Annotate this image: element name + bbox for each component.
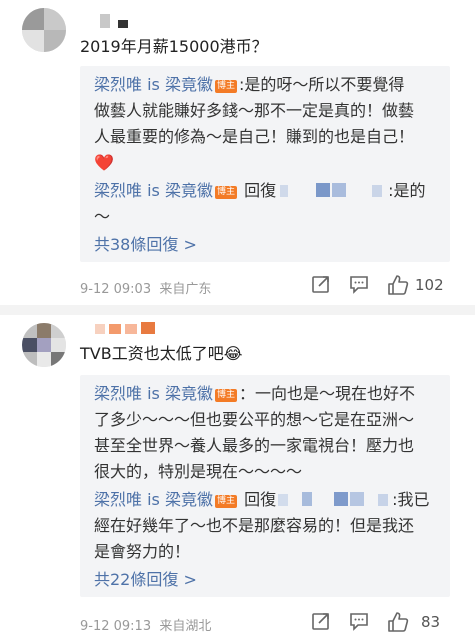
like-count: 102 <box>415 276 444 294</box>
reply-1[interactable]: 梁烈唯 is 梁竟徽 博主 ：一向也是～現在也好不 <box>94 381 415 407</box>
comment-date: 9-12 09:13 <box>80 619 152 634</box>
comment-actions: 102 <box>311 274 461 298</box>
mention-blurred[interactable] <box>276 490 392 508</box>
like-count: 83 <box>421 613 441 631</box>
comment-text: TVB工资也太低了吧😂 <box>80 343 242 365</box>
reply-box: 梁烈唯 is 梁竟徽 博主:是的呀～所以不要覺得 做藝人就能賺好多錢～那不一定是真… <box>80 66 450 262</box>
reply-suffix: :是的 <box>388 181 426 200</box>
reply-box: 梁烈唯 is 梁竟徽 博主 ：一向也是～現在也好不 了多少～～～但也要公平的想～它是… <box>80 375 450 597</box>
reply-text: :是的呀～所以不要覺得 <box>238 75 405 94</box>
reply-2[interactable]: 梁烈唯 is 梁竟徽 博主 回復 :是的 <box>94 178 426 204</box>
comment-2: TVB工资也太低了吧😂 梁烈唯 is 梁竟徽 博主 ：一向也是～現在也好不 了多少～… <box>0 315 475 640</box>
comment-source: 来自广东 <box>159 282 212 297</box>
comment-icon[interactable] <box>349 611 369 635</box>
reply-author[interactable]: 梁烈唯 is 梁竟徽 <box>94 181 213 200</box>
reply-text-line: 甚至全世界～養人最多的一家電視台！壓力也 <box>94 436 415 455</box>
comment-meta: 9-12 09:13 来自湖北 <box>80 615 211 634</box>
avatar[interactable] <box>22 323 66 367</box>
comment-text-body: TVB工资也太低了吧 <box>80 344 224 363</box>
reply-text: ：一向也是～現在也好不 <box>238 384 415 403</box>
reply-text-line: 是會努力的！ <box>94 542 191 561</box>
comment-date: 9-12 09:03 <box>80 282 152 297</box>
comment-icon[interactable] <box>349 274 369 298</box>
reply-text-line: 了多少～～～但也要公平的想～它是在亞洲～ <box>94 410 415 429</box>
more-replies-link[interactable]: 共38條回復 > <box>94 232 197 258</box>
reply-prefix: 回復 <box>244 181 277 200</box>
reply-prefix: 回復 <box>244 490 277 509</box>
reply-2[interactable]: 梁烈唯 is 梁竟徽 博主 回復 :我已 <box>94 487 430 513</box>
laughing-emoji: 😂 <box>223 344 243 363</box>
comment-source: 来自湖北 <box>159 619 212 634</box>
share-icon[interactable] <box>311 274 331 298</box>
reply-author[interactable]: 梁烈唯 is 梁竟徽 <box>94 384 213 403</box>
reply-author[interactable]: 梁烈唯 is 梁竟徽 <box>94 75 213 94</box>
author-badge: 博主 <box>214 186 237 199</box>
mention-blurred[interactable] <box>276 181 388 199</box>
like-icon[interactable] <box>387 274 409 300</box>
author-badge: 博主 <box>214 80 237 93</box>
share-icon[interactable] <box>311 611 331 635</box>
avatar[interactable] <box>22 8 66 52</box>
username-blurred[interactable] <box>100 14 140 28</box>
comment-1: 2019年月薪15000港币？ 梁烈唯 is 梁竟徽 博主:是的呀～所以不要覺得 … <box>0 0 475 305</box>
author-badge: 博主 <box>214 389 237 402</box>
comment-meta: 9-12 09:03 来自广东 <box>80 278 211 297</box>
reply-text-line: 經在好幾年了～也不是那麼容易的！但是我还 <box>94 516 415 535</box>
reply-text-line: 很大的，特別是現在～～～～ <box>94 462 303 481</box>
reply-text-line: 做藝人就能賺好多錢～那不一定是真的！做藝 <box>94 101 415 120</box>
comment-text: 2019年月薪15000港币？ <box>80 37 268 56</box>
reply-suffix: :我已 <box>392 490 430 509</box>
username-blurred[interactable] <box>95 322 165 336</box>
reply-text-line: ～ <box>94 207 111 226</box>
more-replies-link[interactable]: 共22條回復 > <box>94 567 197 593</box>
author-badge: 博主 <box>214 495 237 508</box>
like-icon[interactable] <box>387 611 409 637</box>
reply-1[interactable]: 梁烈唯 is 梁竟徽 博主:是的呀～所以不要覺得 <box>94 72 404 98</box>
reply-author[interactable]: 梁烈唯 is 梁竟徽 <box>94 490 213 509</box>
comment-actions: 83 <box>311 611 461 635</box>
divider <box>0 305 475 315</box>
reply-text-line: 人最重要的修為～是自己！賺到的也是自己！ <box>94 127 415 146</box>
heart-emoji: ❤️ <box>94 153 114 172</box>
